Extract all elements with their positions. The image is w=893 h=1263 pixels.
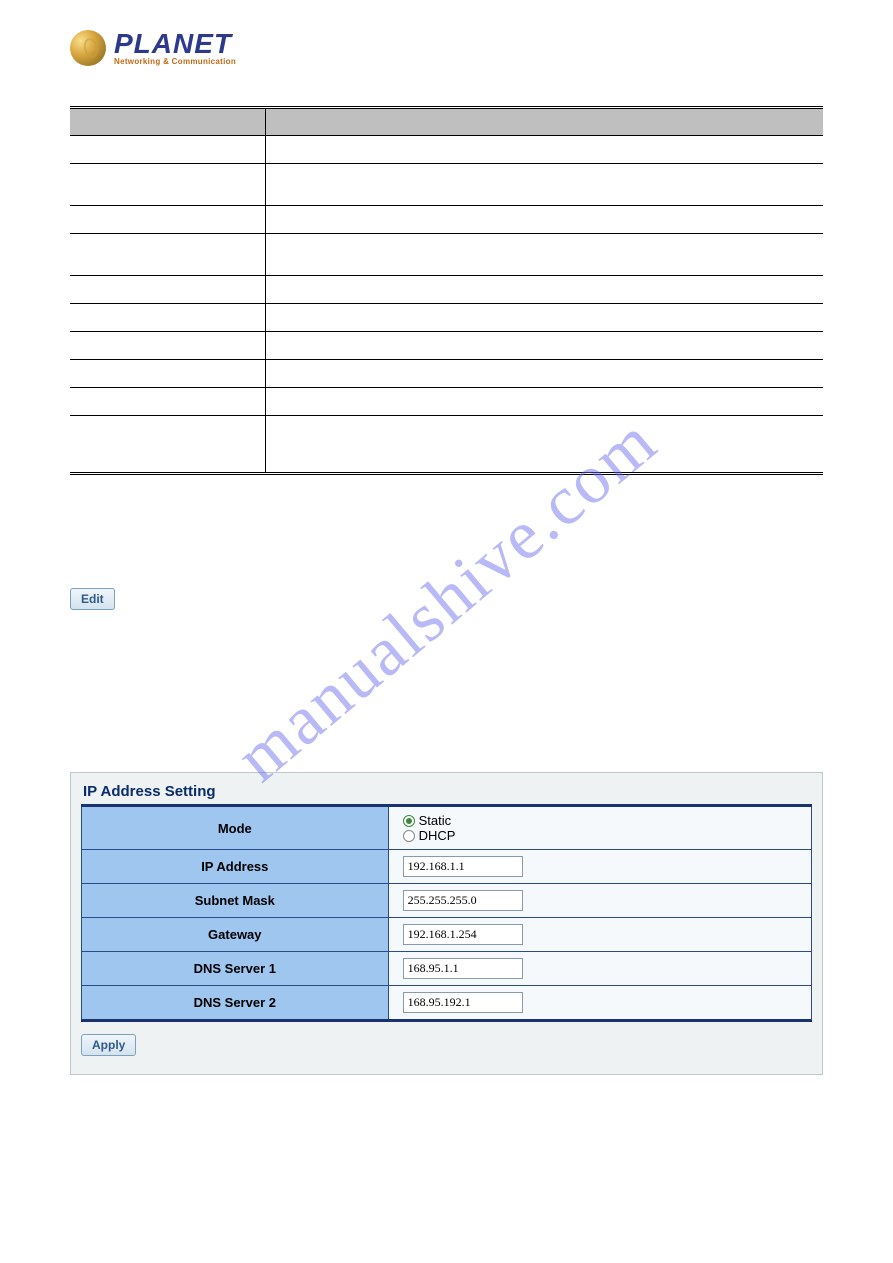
row-ip-label: IP Address bbox=[82, 850, 389, 884]
ip-setting-table: Mode Static DHCP IP Address Subnet Mask … bbox=[81, 804, 812, 1022]
mode-static-label: Static bbox=[419, 813, 452, 828]
apply-button[interactable]: Apply bbox=[81, 1034, 136, 1056]
subnet-mask-input[interactable] bbox=[403, 890, 523, 911]
radio-checked-icon bbox=[403, 815, 415, 827]
row-gw-label: Gateway bbox=[82, 918, 389, 952]
mode-dhcp-radio[interactable]: DHCP bbox=[403, 828, 783, 843]
parameter-table bbox=[70, 106, 823, 475]
logo-word: PLANET bbox=[114, 30, 236, 58]
logo-tagline: Networking & Communication bbox=[114, 58, 236, 66]
edit-button[interactable]: Edit bbox=[70, 588, 115, 610]
ip-setting-panel: IP Address Setting Mode Static DHCP IP A… bbox=[70, 772, 823, 1075]
dns2-input[interactable] bbox=[403, 992, 523, 1013]
globe-icon bbox=[70, 30, 106, 66]
row-mask-label: Subnet Mask bbox=[82, 884, 389, 918]
panel-title: IP Address Setting bbox=[81, 779, 812, 804]
row-mode-value: Static DHCP bbox=[388, 806, 811, 850]
dns1-input[interactable] bbox=[403, 958, 523, 979]
section-heading-ip bbox=[70, 503, 823, 521]
mode-static-radio[interactable]: Static bbox=[403, 813, 783, 828]
ip-address-input[interactable] bbox=[403, 856, 523, 877]
gateway-input[interactable] bbox=[403, 924, 523, 945]
row-dns2-label: DNS Server 2 bbox=[82, 986, 389, 1021]
brand-logo: PLANET Networking & Communication bbox=[70, 30, 823, 66]
edit-note-text bbox=[70, 616, 823, 712]
mode-dhcp-label: DHCP bbox=[419, 828, 456, 843]
row-mode-label: Mode bbox=[82, 806, 389, 850]
nav-sequence bbox=[70, 564, 823, 578]
ip-intro-text bbox=[70, 535, 823, 554]
radio-unchecked-icon bbox=[403, 830, 415, 842]
row-dns1-label: DNS Server 1 bbox=[82, 952, 389, 986]
